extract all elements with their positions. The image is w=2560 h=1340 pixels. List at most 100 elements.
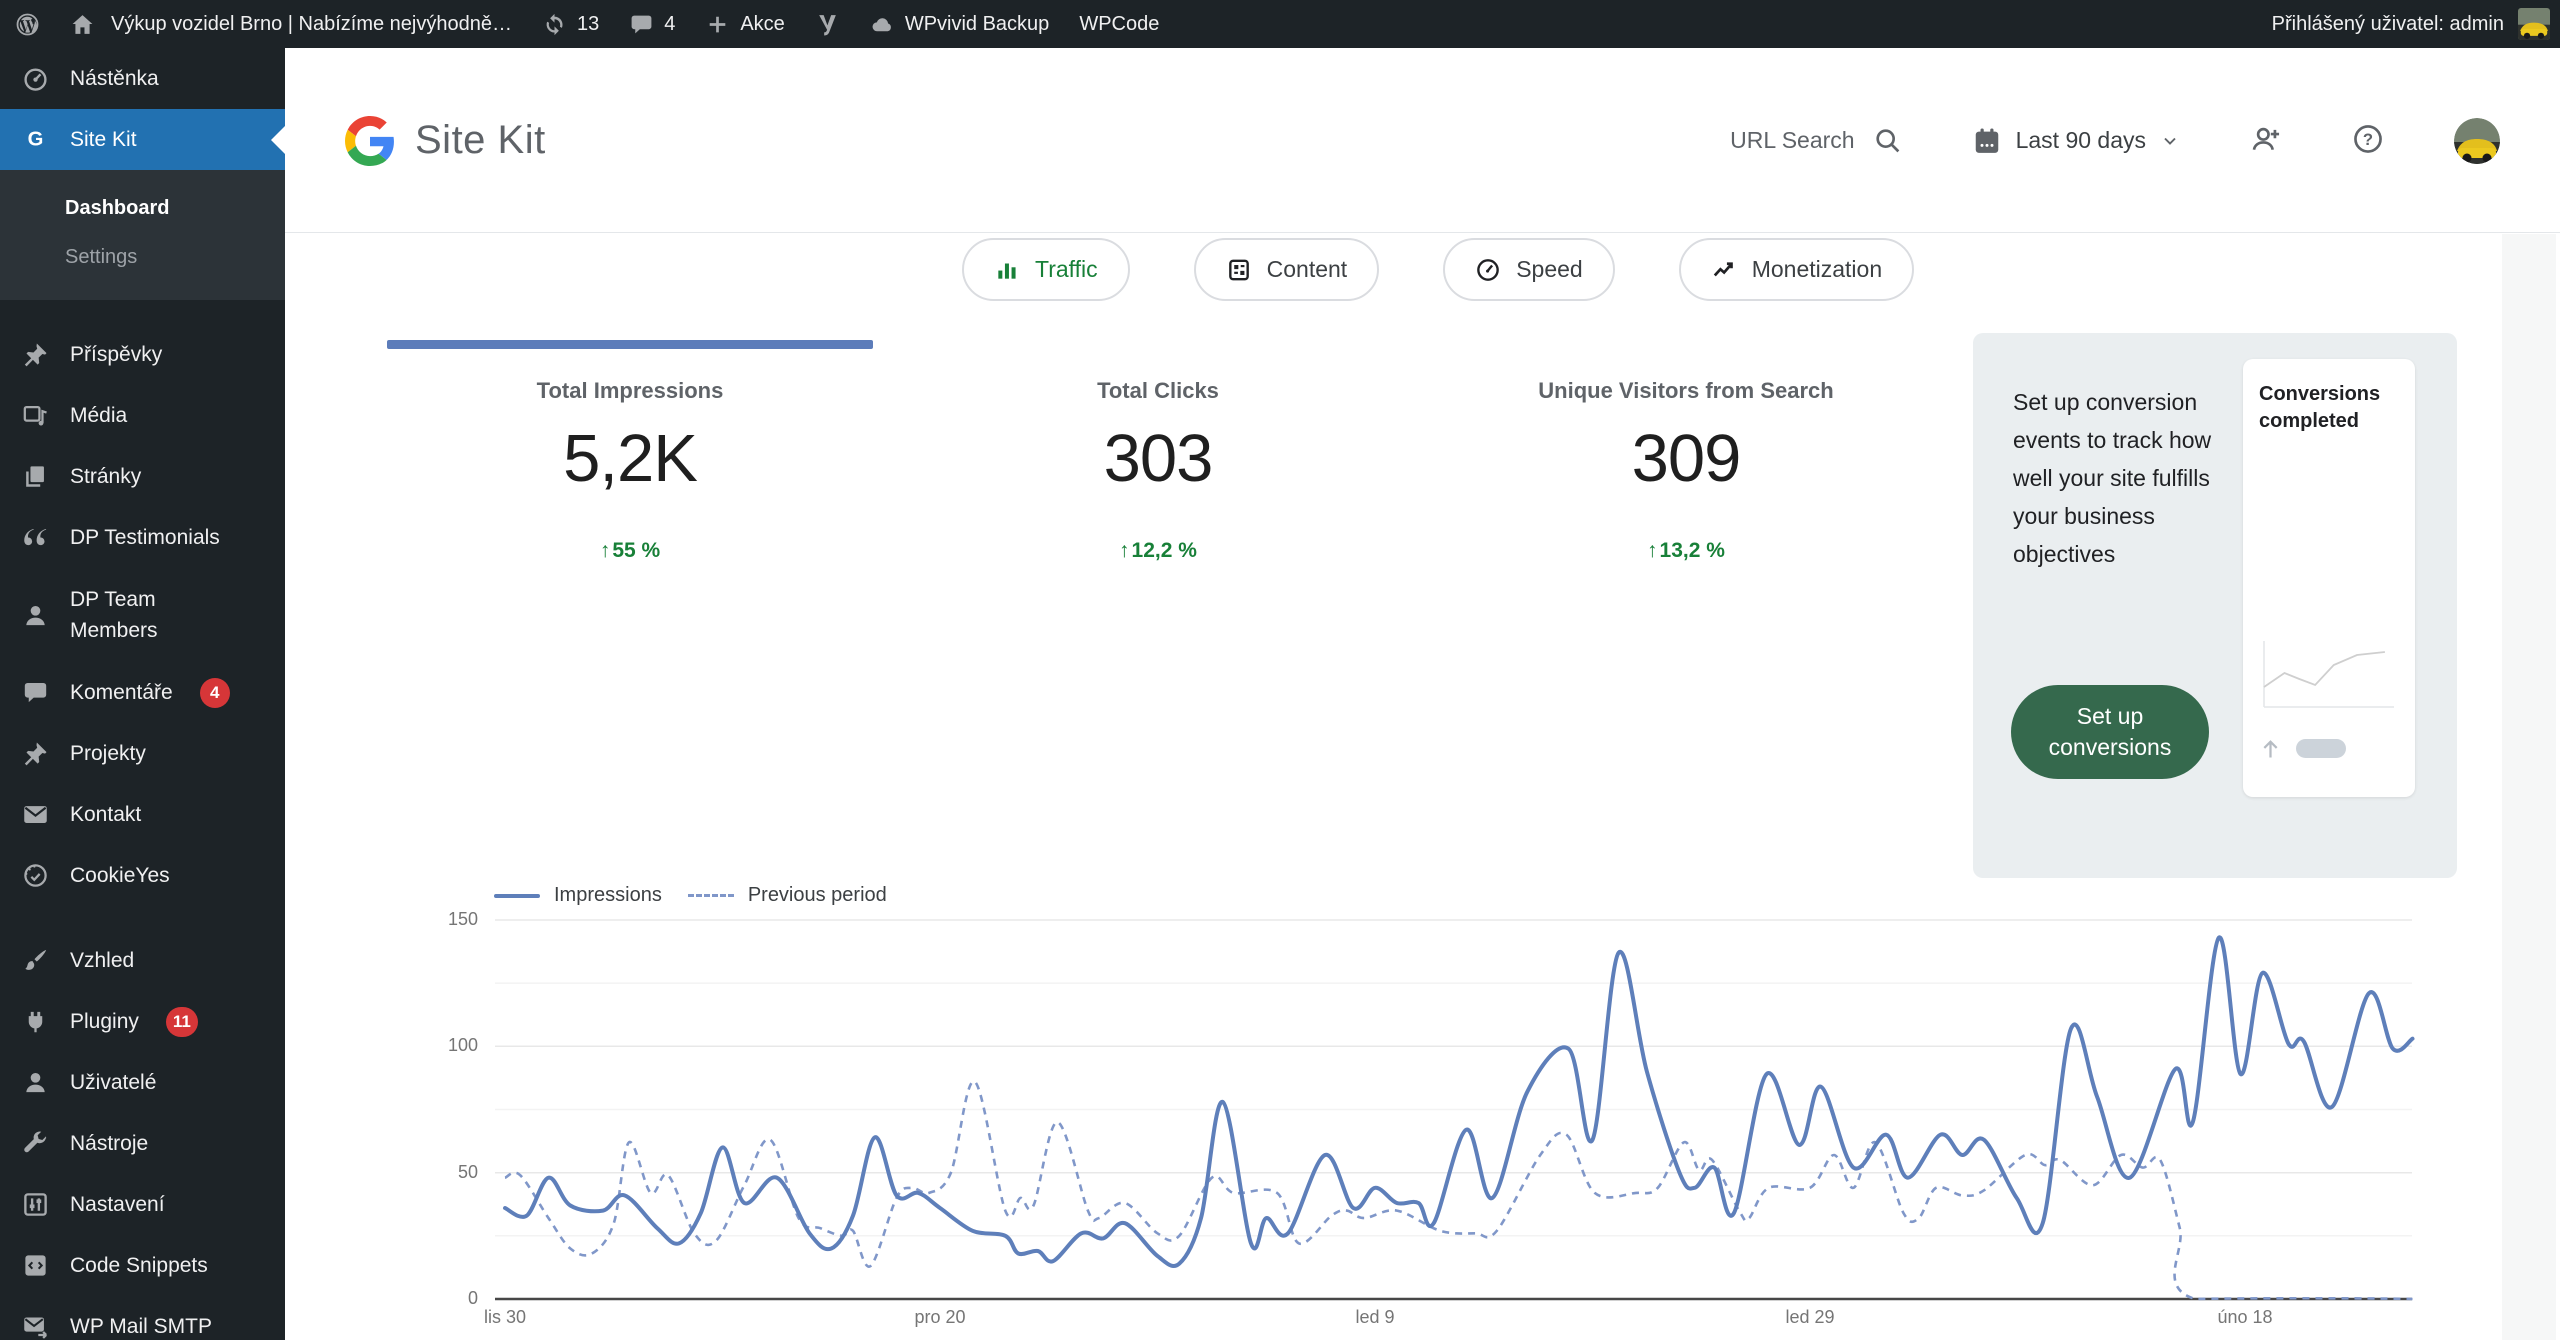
plugin-icon xyxy=(22,1008,49,1035)
trend-icon xyxy=(1711,257,1737,283)
sidebar-item-badge: 4 xyxy=(200,678,230,708)
gauge-icon xyxy=(1475,257,1501,283)
pages-icon xyxy=(22,463,49,490)
sidebar-item-site-kit[interactable]: G Site Kit xyxy=(0,109,285,170)
conversions-sparkline xyxy=(2257,637,2401,715)
y-axis-tick: 100 xyxy=(418,1035,478,1056)
sidebar-item-label: Pluginy xyxy=(70,1006,139,1038)
tab-traffic[interactable]: Traffic xyxy=(962,238,1130,301)
updates-menu[interactable]: 13 xyxy=(527,0,614,48)
stat-label: Unique Visitors from Search xyxy=(1422,378,1950,404)
x-axis-tick: lis 30 xyxy=(484,1307,526,1328)
sidebar-item-nastaven[interactable]: Nastavení xyxy=(0,1174,285,1235)
date-range-label: Last 90 days xyxy=(2016,127,2146,154)
url-search[interactable]: URL Search xyxy=(1730,126,1901,155)
help-button[interactable]: ? xyxy=(2352,123,2384,158)
stat-total-impressions[interactable]: Total Impressions 5,2K ↑55 % xyxy=(366,378,894,563)
share-access-button[interactable] xyxy=(2250,123,2282,158)
conversions-message: Set up conversion events to track how we… xyxy=(2013,383,2238,573)
admin-bar-left: Výkup vozidel Brno | Nabízíme nejvýhodně… xyxy=(0,0,1174,48)
sidebar-item-kontakt[interactable]: Kontakt xyxy=(0,784,285,845)
impressions-chart: 150100500lis 30pro 20led 9led 29úno 18 xyxy=(430,900,2430,1340)
sidebar-item-pluginy[interactable]: Pluginy 11 xyxy=(0,991,285,1052)
stat-unique-visitors-from-search[interactable]: Unique Visitors from Search 309 ↑13,2 % xyxy=(1422,378,1950,563)
sidebar-item-projekty[interactable]: Projekty xyxy=(0,723,285,784)
impressions-line xyxy=(505,937,2413,1266)
admin-sidebar: Nástěnka G Site Kit DashboardSettings Příspě… xyxy=(0,48,285,1340)
cookie-icon xyxy=(22,862,49,889)
chart-canvas xyxy=(430,900,2430,1340)
comments-menu[interactable]: 4 xyxy=(614,0,690,48)
sidebar-item-label: Projekty xyxy=(70,738,146,770)
stats-row: Total Impressions 5,2K ↑55 % Total Click… xyxy=(366,378,1950,563)
sidebar-item-wp-mail-smtp[interactable]: WP Mail SMTP xyxy=(0,1296,285,1340)
visit-site-link[interactable]: Výkup vozidel Brno | Nabízíme nejvýhodně… xyxy=(55,0,527,48)
sidebar-item-label: Příspěvky xyxy=(70,339,162,371)
sidebar-item-label: Kontakt xyxy=(70,799,141,831)
google-g-icon: G xyxy=(22,126,49,153)
sidebar-item-n-st-nka[interactable]: Nástěnka xyxy=(0,48,285,109)
calendar-icon xyxy=(1972,126,2002,156)
tab-monetization[interactable]: Monetization xyxy=(1679,238,1914,301)
sidebar-item-label: Nástěnka xyxy=(70,63,159,95)
sidebar-item-label: CookieYes xyxy=(70,860,170,892)
sidebar-item-dp-team-members[interactable]: DP Team Members xyxy=(0,568,285,662)
url-search-label: URL Search xyxy=(1730,127,1854,154)
x-axis-tick: pro 20 xyxy=(914,1307,965,1328)
sidebar-item-label: Site Kit xyxy=(70,124,137,156)
sidebar-item-label: Nastavení xyxy=(70,1189,165,1221)
sidebar-item-cookieyes[interactable]: CookieYes xyxy=(0,845,285,906)
x-axis-tick: led 29 xyxy=(1785,1307,1834,1328)
update-count: 13 xyxy=(577,13,599,36)
wpvivid-menu[interactable]: WPvivid Backup xyxy=(855,0,1065,48)
stat-value: 5,2K xyxy=(366,420,894,497)
active-menu-arrow xyxy=(271,126,285,154)
sidebar-item-code-snippets[interactable]: Code Snippets xyxy=(0,1235,285,1296)
wordpress-logo-icon xyxy=(15,12,40,37)
sitekit-header: Site Kit URL Search Last 90 days ? xyxy=(285,48,2560,233)
sidebar-item-badge: 11 xyxy=(166,1007,198,1037)
stat-total-clicks[interactable]: Total Clicks 303 ↑12,2 % xyxy=(894,378,1422,563)
admin-bar-account[interactable]: Přihlášený uživatel: admin xyxy=(2272,8,2560,40)
comment-icon xyxy=(629,12,654,37)
wpvivid-label: WPvivid Backup xyxy=(905,13,1050,36)
wpcode-menu[interactable]: WPCode xyxy=(1064,0,1174,48)
wpcode-label: WPCode xyxy=(1079,13,1159,36)
new-content-label: Akce xyxy=(740,13,784,36)
previous-period-line xyxy=(505,1081,2413,1299)
dashed-line-swatch xyxy=(688,894,734,897)
stat-change: ↑55 % xyxy=(366,539,894,563)
product-name: Site Kit xyxy=(415,118,546,163)
comment-count: 4 xyxy=(664,13,675,36)
x-axis-tick: led 9 xyxy=(1355,1307,1394,1328)
tab-content[interactable]: Content xyxy=(1194,238,1380,301)
quote-icon xyxy=(22,524,49,551)
sidebar-item-u-ivatel[interactable]: Uživatelé xyxy=(0,1052,285,1113)
sidebar-subitem-settings[interactable]: Settings xyxy=(0,233,285,282)
google-g-logo-icon xyxy=(345,116,395,166)
view-tabs: Traffic Content Speed Monetization xyxy=(962,238,1914,301)
stat-change: ↑12,2 % xyxy=(894,539,1422,563)
sidebar-subitem-dashboard[interactable]: Dashboard xyxy=(0,184,285,233)
sitekit-logo[interactable]: Site Kit xyxy=(345,48,546,233)
set-up-conversions-button[interactable]: Set up conversions xyxy=(2011,685,2209,779)
wordpress-menu[interactable] xyxy=(0,0,55,48)
skeleton-pill xyxy=(2296,739,2346,758)
sidebar-item-koment-e[interactable]: Komentáře4 xyxy=(0,662,285,723)
sidebar-item-dp-testimonials[interactable]: DP Testimonials xyxy=(0,507,285,568)
comment-icon xyxy=(22,679,49,706)
wrench-icon xyxy=(22,1130,49,1157)
sidebar-item-label: WP Mail SMTP xyxy=(70,1311,212,1340)
sidebar-item-n-stroje[interactable]: Nástroje xyxy=(0,1113,285,1174)
sidebar-item-vzhled[interactable]: Vzhled xyxy=(0,930,285,991)
new-content-menu[interactable]: Akce xyxy=(690,0,799,48)
header-controls: URL Search Last 90 days ? xyxy=(1730,48,2500,233)
sidebar-item-m-dia[interactable]: Média xyxy=(0,385,285,446)
sidebar-item-p-sp-vky[interactable]: Příspěvky xyxy=(0,324,285,385)
date-range-selector[interactable]: Last 90 days xyxy=(1972,126,2180,156)
sidebar-item-str-nky[interactable]: Stránky xyxy=(0,446,285,507)
account-avatar[interactable] xyxy=(2454,118,2500,164)
tab-speed[interactable]: Speed xyxy=(1443,238,1615,301)
yoast-menu[interactable] xyxy=(800,0,855,48)
sidebar-item-label: DP Testimonials xyxy=(70,522,220,554)
